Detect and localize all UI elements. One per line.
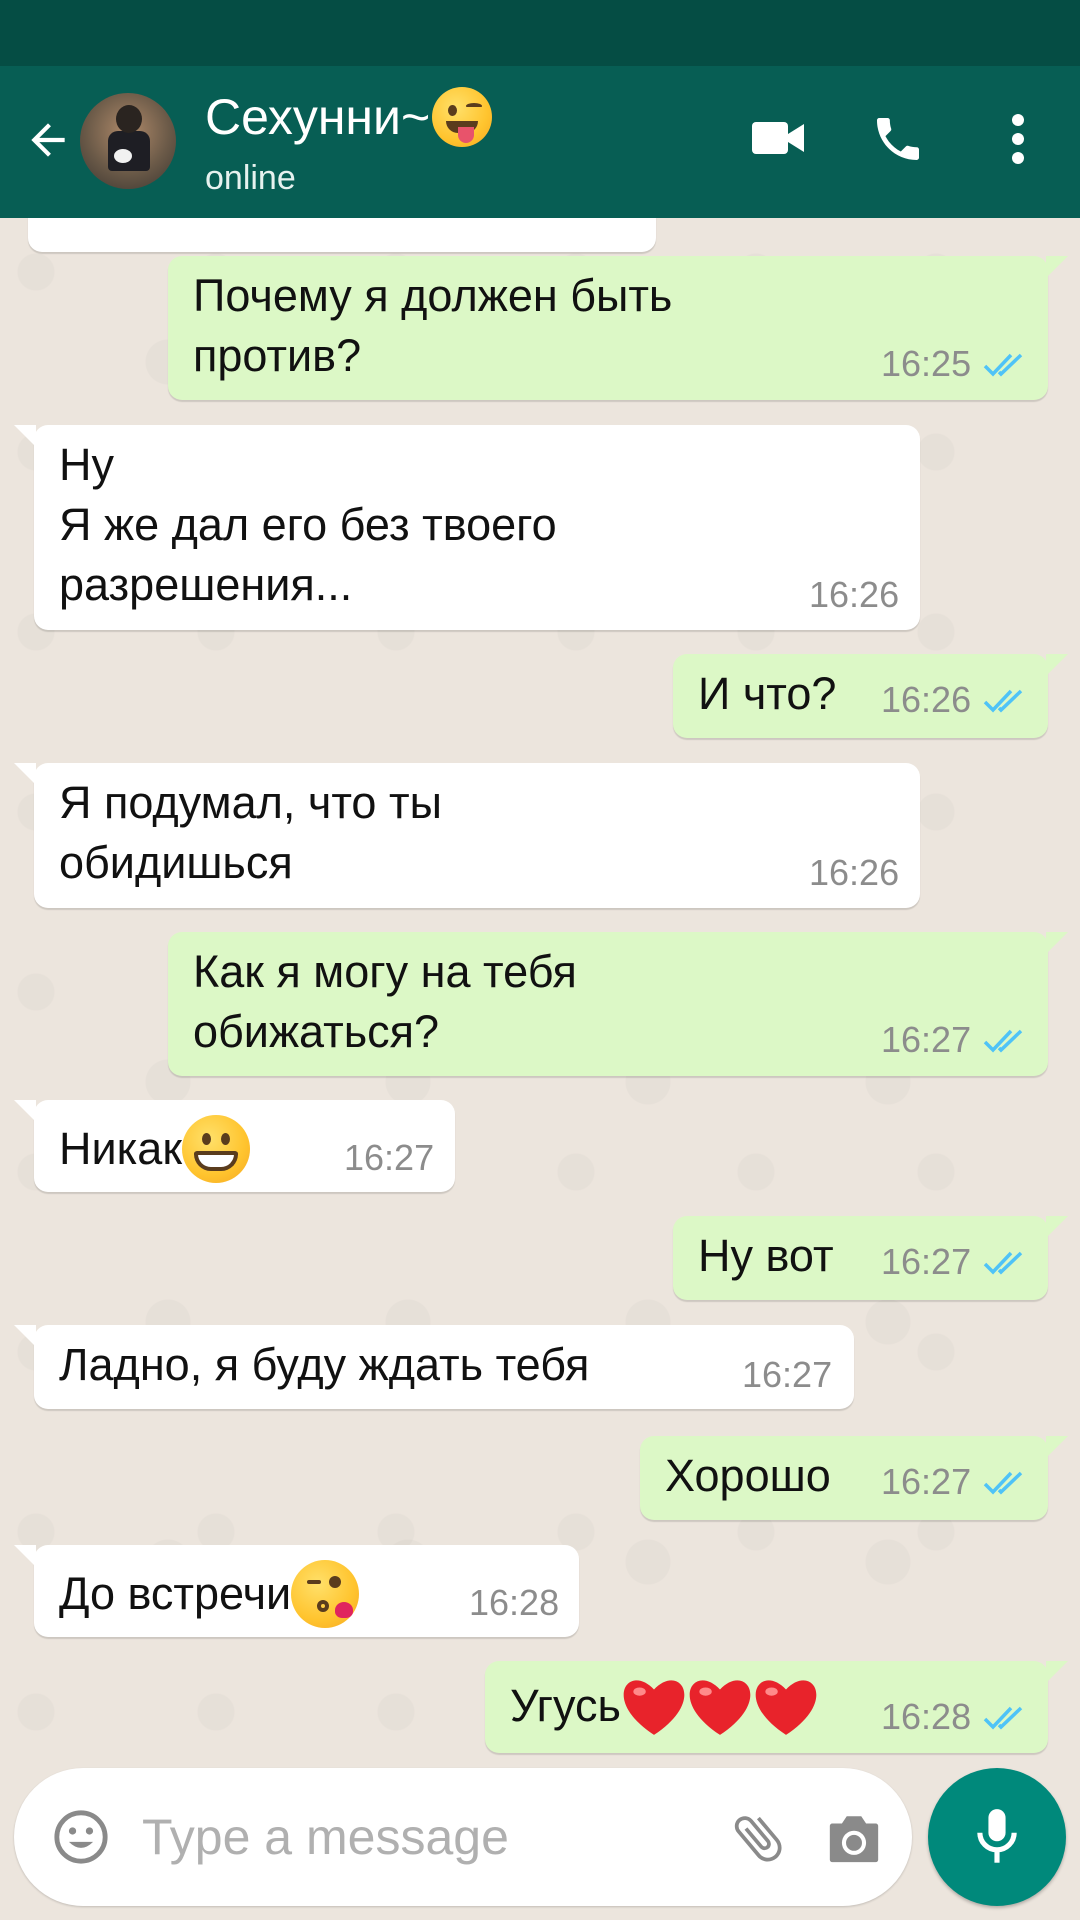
phone-icon <box>877 118 919 160</box>
message-time: 16:26 <box>809 574 900 615</box>
message-bubble[interactable]: Никак 16:27 <box>14 1100 455 1192</box>
read-ticks-icon <box>983 353 1023 377</box>
video-call-button[interactable] <box>745 108 811 168</box>
emoji-button[interactable] <box>50 1806 112 1868</box>
read-ticks-icon <box>983 1706 1023 1730</box>
more-options-button[interactable] <box>1000 104 1036 174</box>
winking-face-with-tongue-emoji <box>432 87 493 147</box>
contact-name-text: Сехунни~ <box>205 89 431 145</box>
more-options-icon <box>1012 114 1024 164</box>
message-text-line: И что? <box>698 668 837 719</box>
message-time: 16:27 <box>742 1354 833 1395</box>
message-time: 16:25 <box>881 343 972 384</box>
message-text-line: Угусь <box>510 1680 621 1731</box>
message-bubble[interactable]: Я подумал, что ты обидишься 16:26 <box>14 763 920 908</box>
message-text-line: Почему я должен быть <box>193 270 673 321</box>
message-text-line: Ладно, я буду ждать тебя <box>59 1339 590 1390</box>
red-heart-emoji <box>689 1680 751 1735</box>
message-time: 16:27 <box>881 1461 972 1502</box>
message-bubble[interactable]: Угусь 16:28 <box>485 1661 1068 1753</box>
back-button[interactable] <box>18 110 78 170</box>
message-text-line: Как я могу на тебя <box>193 946 577 997</box>
read-ticks-icon <box>983 1251 1023 1275</box>
message-text-line: Я же дал его без твоего <box>59 499 557 550</box>
read-ticks-icon <box>983 1029 1023 1053</box>
voice-record-button[interactable] <box>928 1768 1066 1906</box>
face-blowing-kiss-emoji <box>291 1560 360 1628</box>
message-bubble[interactable]: Почему я должен быть против? 16:25 <box>168 256 1068 400</box>
message-time: 16:27 <box>881 1241 972 1282</box>
camera-button[interactable] <box>822 1806 886 1870</box>
attach-button[interactable] <box>726 1806 790 1870</box>
chat-header: Сехунни~ online <box>0 66 1080 218</box>
message-text-line: обижаться? <box>193 1006 440 1057</box>
attach-icon <box>734 1816 782 1862</box>
contact-name[interactable]: Сехунни~ <box>205 86 493 148</box>
message-bubble[interactable]: Ну вот 16:27 <box>673 1216 1068 1300</box>
video-call-icon <box>752 122 804 154</box>
message-text-line: обидишься <box>59 837 293 888</box>
message-composer[interactable]: Type a message <box>14 1768 912 1906</box>
message-text-line: Хорошо <box>665 1450 831 1501</box>
mic-icon <box>977 1809 1017 1863</box>
message-bubble-partial <box>28 218 656 252</box>
back-arrow-icon <box>31 123 65 157</box>
message-text-line: Ну вот <box>698 1230 834 1281</box>
status-bar <box>0 0 1080 66</box>
emoji-icon <box>54 1810 108 1864</box>
message-time: 16:27 <box>344 1137 435 1178</box>
message-input[interactable]: Type a message <box>142 1806 509 1868</box>
message-bubble[interactable]: До встречи 16:28 <box>14 1545 579 1637</box>
message-time: 16:27 <box>881 1019 972 1060</box>
read-ticks-icon <box>983 689 1023 713</box>
message-text-line: Никак <box>59 1123 183 1174</box>
message-text-line: Ну <box>59 439 114 490</box>
red-heart-emoji <box>755 1680 817 1735</box>
message-bubble[interactable]: Как я могу на тебя обижаться? 16:27 <box>168 932 1068 1076</box>
voice-call-button[interactable] <box>865 106 931 172</box>
message-bubble[interactable]: Хорошо 16:27 <box>640 1436 1068 1520</box>
message-bubble[interactable]: И что? 16:26 <box>673 654 1068 738</box>
message-time: 16:26 <box>881 679 972 720</box>
message-time: 16:28 <box>881 1696 972 1737</box>
chat-messages[interactable]: Почему я должен быть против? 16:25 Ну Я … <box>0 218 1080 1768</box>
avatar[interactable] <box>80 93 176 189</box>
read-ticks-icon <box>983 1471 1023 1495</box>
message-bubble[interactable]: Ну Я же дал его без твоего разрешения...… <box>14 425 920 630</box>
red-heart-emoji <box>623 1680 685 1735</box>
camera-icon <box>829 1816 879 1863</box>
message-text-line: До встречи <box>59 1568 292 1619</box>
message-text-line: Я подумал, что ты <box>59 777 442 828</box>
grinning-face-emoji <box>182 1115 251 1183</box>
contact-status: online <box>205 159 296 197</box>
message-time: 16:28 <box>469 1582 560 1623</box>
message-text-line: против? <box>193 330 362 381</box>
message-time: 16:26 <box>809 852 900 893</box>
message-bubble[interactable]: Ладно, я буду ждать тебя 16:27 <box>14 1325 854 1409</box>
message-text-line: разрешения... <box>59 559 353 610</box>
